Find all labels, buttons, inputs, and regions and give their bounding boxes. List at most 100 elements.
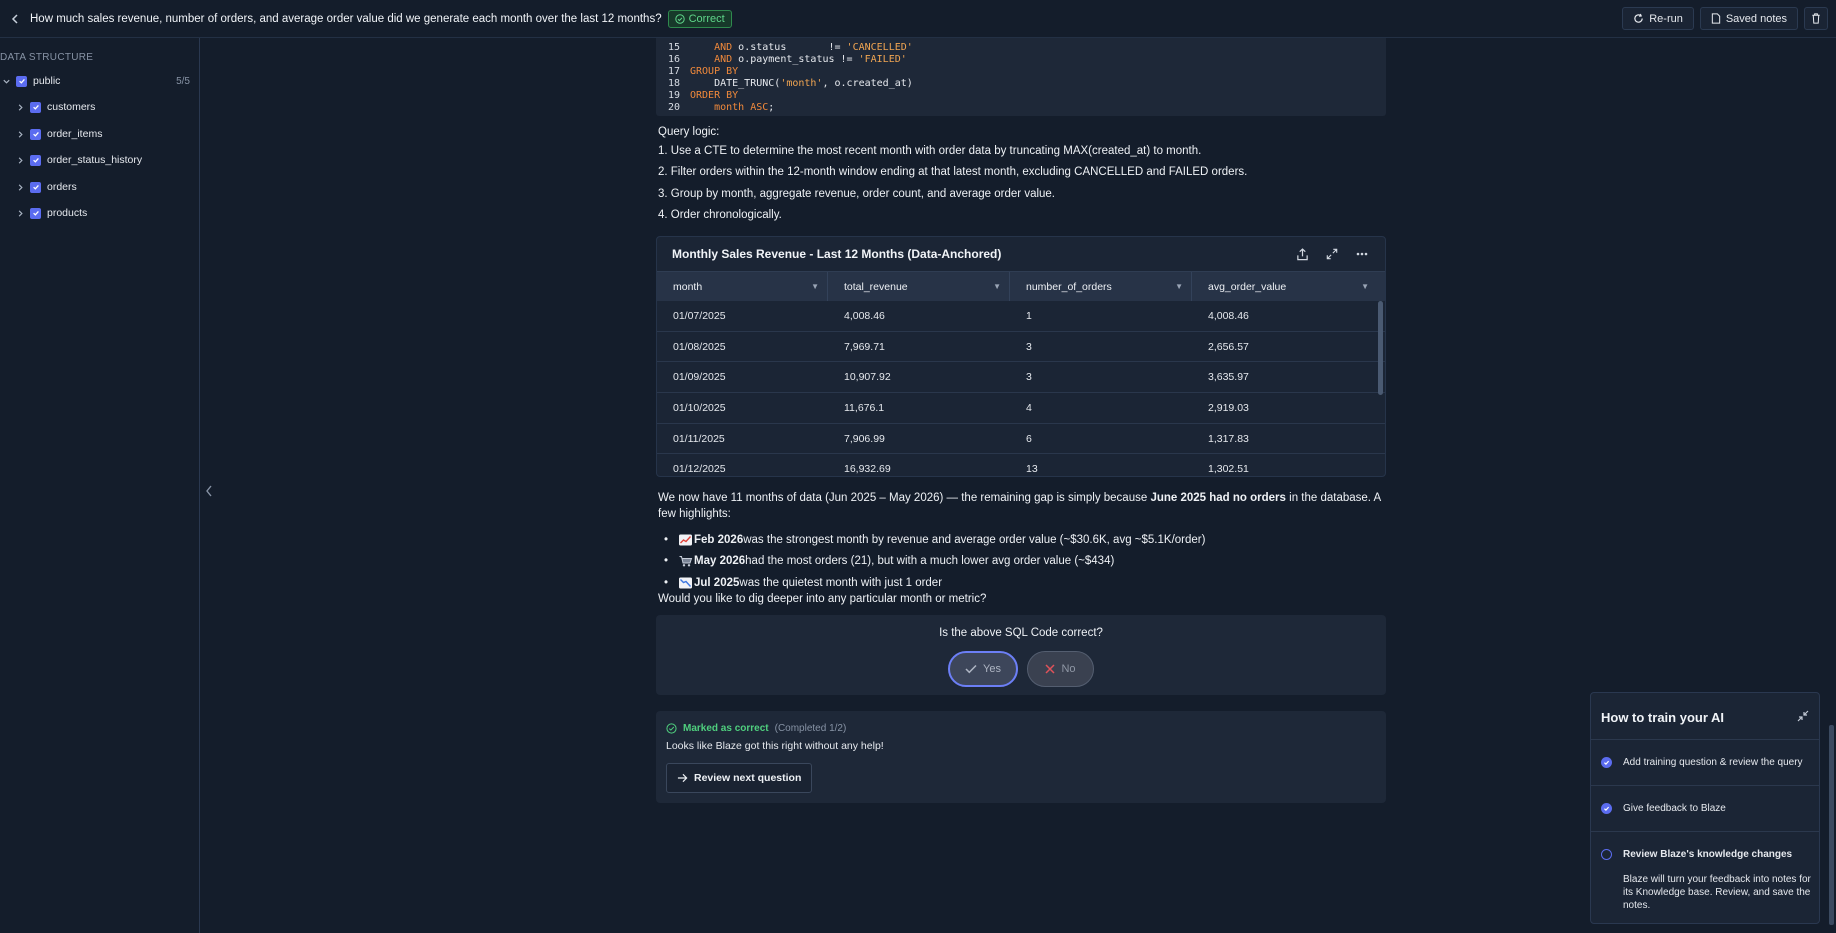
table-row[interactable]: 01/10/2025 11,676.1 4 2,919.03: [657, 393, 1385, 424]
table-row-products[interactable]: products: [14, 204, 204, 222]
summary-intro: We now have 11 months of data (Jun 2025 …: [658, 492, 1151, 504]
cart-icon: [679, 556, 693, 567]
line-number: 17: [668, 66, 681, 77]
chevron-down-icon[interactable]: [0, 75, 12, 87]
column-header-month[interactable]: month ▼: [657, 272, 828, 301]
table-cell: 01/12/2025: [673, 463, 726, 476]
code-line: 18 DATE_TRUNC('month', o.created_at): [668, 78, 1374, 90]
code-token: o.payment_status !=: [732, 54, 859, 65]
table-checkbox[interactable]: [30, 154, 41, 166]
step-pending-icon: [1601, 849, 1612, 860]
saved-notes-button[interactable]: Saved notes: [1699, 7, 1798, 30]
sql-code-block: 15 AND o.status != 'CANCELLED' 16 AND o.p…: [656, 38, 1386, 116]
data-structure-sidebar: DATA STRUCTURE public 5/5 customers orde…: [0, 38, 200, 933]
code-token: 'CANCELLED': [846, 42, 913, 53]
code-token: DATE_TRUNC(: [690, 78, 781, 89]
chevron-right-icon[interactable]: [14, 128, 26, 140]
chevron-right-icon[interactable]: [14, 181, 26, 193]
minimize-icon[interactable]: [1797, 710, 1809, 725]
result-header: Monthly Sales Revenue - Last 12 Months (…: [657, 237, 1385, 271]
table-body: 01/07/2025 4,008.46 1 4,008.46 01/08/2025 7,9…: [657, 301, 1385, 476]
column-header-total-revenue[interactable]: total_revenue ▼: [828, 272, 1010, 301]
review-next-question-button[interactable]: Review next question: [666, 763, 813, 793]
column-header-number-of-orders[interactable]: number_of_orders ▼: [1010, 272, 1192, 301]
table-name: order_status_history: [47, 154, 143, 166]
table-row[interactable]: 01/11/2025 7,906.99 6 1,317.83: [657, 424, 1385, 455]
yes-button[interactable]: Yes: [948, 651, 1018, 687]
highlight-month: Feb 2026: [694, 533, 744, 546]
code-token: o.status !=: [732, 42, 847, 53]
table-row-order-status-history[interactable]: order_status_history: [14, 151, 204, 169]
chevron-right-icon[interactable]: [14, 154, 26, 166]
train-step-1[interactable]: Add training question & review the query: [1591, 739, 1819, 785]
table-row-orders[interactable]: orders: [14, 178, 204, 196]
rerun-label: Re-run: [1649, 12, 1683, 25]
step-3-description: Blaze will turn your feedback into notes…: [1623, 874, 1811, 911]
code-line: 16 AND o.payment_status != 'FAILED': [668, 54, 1374, 66]
trash-icon: [1812, 13, 1820, 24]
sort-icon[interactable]: ▼: [1361, 282, 1369, 291]
highlight-item: • Jul 2025 was the quietest month with j…: [664, 576, 943, 589]
step-label: Give feedback to Blaze: [1623, 803, 1726, 814]
table-checkbox[interactable]: [30, 128, 41, 140]
sort-icon[interactable]: ▼: [993, 282, 1001, 291]
table-cell: 6: [1026, 432, 1032, 445]
column-header-avg-order-value[interactable]: avg_order_value ▼: [1192, 272, 1377, 301]
no-button[interactable]: No: [1027, 651, 1094, 687]
code-line: 19 ORDER BY: [668, 90, 1374, 102]
code-token: , o.created_at): [822, 78, 913, 89]
table-cell: 4,008.46: [844, 309, 885, 322]
status-message: Looks like Blaze got this right without …: [666, 740, 884, 752]
code-token: 'month': [780, 78, 823, 89]
table-row[interactable]: 01/07/2025 4,008.46 1 4,008.46: [657, 301, 1385, 332]
no-label: No: [1061, 663, 1076, 675]
table-cell: 1: [1026, 309, 1032, 322]
column-label: avg_order_value: [1208, 280, 1287, 293]
table-checkbox[interactable]: [30, 181, 41, 193]
column-label: number_of_orders: [1026, 280, 1112, 293]
table-cell: 4,008.46: [1208, 309, 1249, 322]
schema-row-public[interactable]: public 5/5: [0, 72, 190, 90]
code-line: 15 AND o.status != 'CANCELLED': [668, 42, 1374, 54]
sort-icon[interactable]: ▼: [1175, 282, 1183, 291]
page-scrollbar[interactable]: [1829, 725, 1834, 925]
table-row[interactable]: 01/09/2025 10,907.92 3 3,635.97: [657, 362, 1385, 394]
train-step-2[interactable]: Give feedback to Blaze: [1591, 785, 1819, 831]
table-scrollbar[interactable]: [1378, 301, 1383, 395]
sort-icon[interactable]: ▼: [811, 282, 819, 291]
chart-up-icon: [679, 534, 692, 546]
correct-badge: Correct: [667, 9, 732, 28]
closing-question: Would you like to dig deeper into any pa…: [658, 593, 987, 605]
schema-checkbox[interactable]: [16, 75, 27, 87]
summary-text: We now have 11 months of data (Jun 2025 …: [658, 490, 1388, 522]
chevron-right-icon[interactable]: [14, 101, 26, 113]
table-name: products: [47, 207, 88, 219]
back-arrow-icon[interactable]: [8, 12, 22, 26]
table-cell: 3: [1026, 340, 1032, 353]
code-token: ORDER BY: [690, 90, 739, 101]
delete-button[interactable]: [1804, 7, 1828, 30]
line-number: 20: [668, 102, 681, 113]
expand-icon[interactable]: [1324, 246, 1340, 262]
train-step-3[interactable]: Review Blaze's knowledge changes: [1591, 831, 1819, 877]
highlights-list: • Feb 2026 was the strongest month by re…: [658, 529, 1205, 594]
table-row[interactable]: 01/12/2025 16,932.69 13 1,302.51: [657, 454, 1385, 476]
marked-correct-card: Marked as correct (Completed 1/2) Looks …: [656, 711, 1386, 803]
table-row[interactable]: 01/08/2025 7,969.71 3 2,656.57: [657, 332, 1385, 363]
table-cell: 01/10/2025: [673, 401, 726, 414]
chevron-right-icon[interactable]: [14, 207, 26, 219]
table-cell: 01/07/2025: [673, 309, 726, 322]
table-row-order-items[interactable]: order_items: [14, 125, 204, 143]
table-checkbox[interactable]: [30, 101, 41, 113]
table-checkbox[interactable]: [30, 207, 41, 219]
more-options-icon[interactable]: [1354, 246, 1370, 262]
check-icon: [965, 664, 977, 674]
table-row-customers[interactable]: customers: [14, 98, 204, 116]
table-cell: 11,676.1: [844, 401, 885, 414]
column-label: total_revenue: [844, 280, 908, 293]
code-line: 17 GROUP BY: [668, 66, 1374, 78]
share-icon[interactable]: [1294, 246, 1310, 262]
collapse-sidebar-icon[interactable]: [204, 484, 214, 501]
train-your-ai-panel: How to train your AI Add training questi…: [1590, 692, 1820, 924]
rerun-button[interactable]: Re-run: [1622, 7, 1694, 30]
